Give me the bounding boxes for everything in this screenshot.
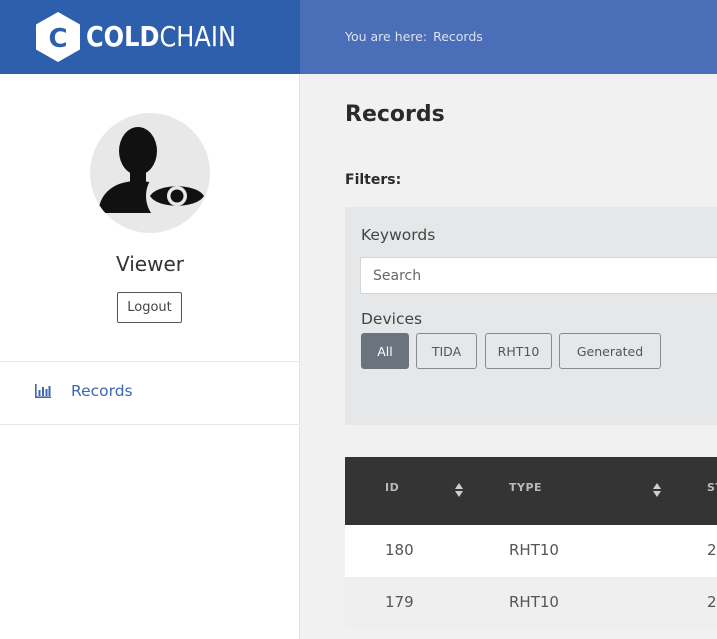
logo-letter: C [48,24,67,54]
brand-bar: C COLDCHAIN [0,0,300,74]
table-row[interactable]: 179 RHT10 2 [345,577,717,629]
column-header-id[interactable]: ID [385,481,399,494]
coldchain-logo-icon[interactable]: C [34,11,82,63]
breadcrumb-prefix: You are here: [345,29,428,44]
sidebar-divider [0,424,300,425]
filter-panel: Keywords Devices All TIDA RHT10 Generate… [345,207,717,425]
sidebar-item-records[interactable]: Records [0,362,300,424]
device-filter-rht10[interactable]: RHT10 [485,333,552,369]
records-table: ID TYPE ST 180 RHT10 2 179 RHT10 2 [345,457,717,629]
sort-icon[interactable] [454,482,464,498]
sidebar-item-label: Records [71,382,133,400]
brand-name-bold: COLD [86,20,160,53]
user-viewer-icon [98,127,208,227]
sort-icon[interactable] [652,482,662,498]
table-header: ID TYPE ST [345,457,717,525]
breadcrumb: You are here: Records [345,29,483,44]
brand-name: COLDCHAIN [86,19,236,55]
cell-id: 180 [385,541,414,559]
cell-id: 179 [385,593,414,611]
breadcrumb-current[interactable]: Records [433,29,483,44]
logout-button[interactable]: Logout [117,292,182,323]
table-row[interactable]: 180 RHT10 2 [345,525,717,577]
device-filter-tida[interactable]: TIDA [416,333,477,369]
keywords-label: Keywords [361,226,436,244]
user-name: Viewer [116,252,184,276]
cell-type: RHT10 [509,593,559,611]
page-title: Records [345,102,445,127]
brand-name-light: CHAIN [159,20,236,53]
cell-st: 2 [707,541,717,559]
device-filter-generated[interactable]: Generated [559,333,661,369]
cell-st: 2 [707,593,717,611]
cell-type: RHT10 [509,541,559,559]
device-filter-all[interactable]: All [361,333,409,369]
avatar [90,113,210,233]
devices-label: Devices [361,310,423,328]
sidebar: Viewer Logout Records [0,74,300,639]
filters-label: Filters: [345,172,402,188]
column-header-st[interactable]: ST [707,481,717,494]
top-bar: You are here: Records [300,0,717,74]
column-header-type[interactable]: TYPE [509,481,542,494]
search-input[interactable] [360,257,717,294]
bar-chart-icon [35,384,51,398]
